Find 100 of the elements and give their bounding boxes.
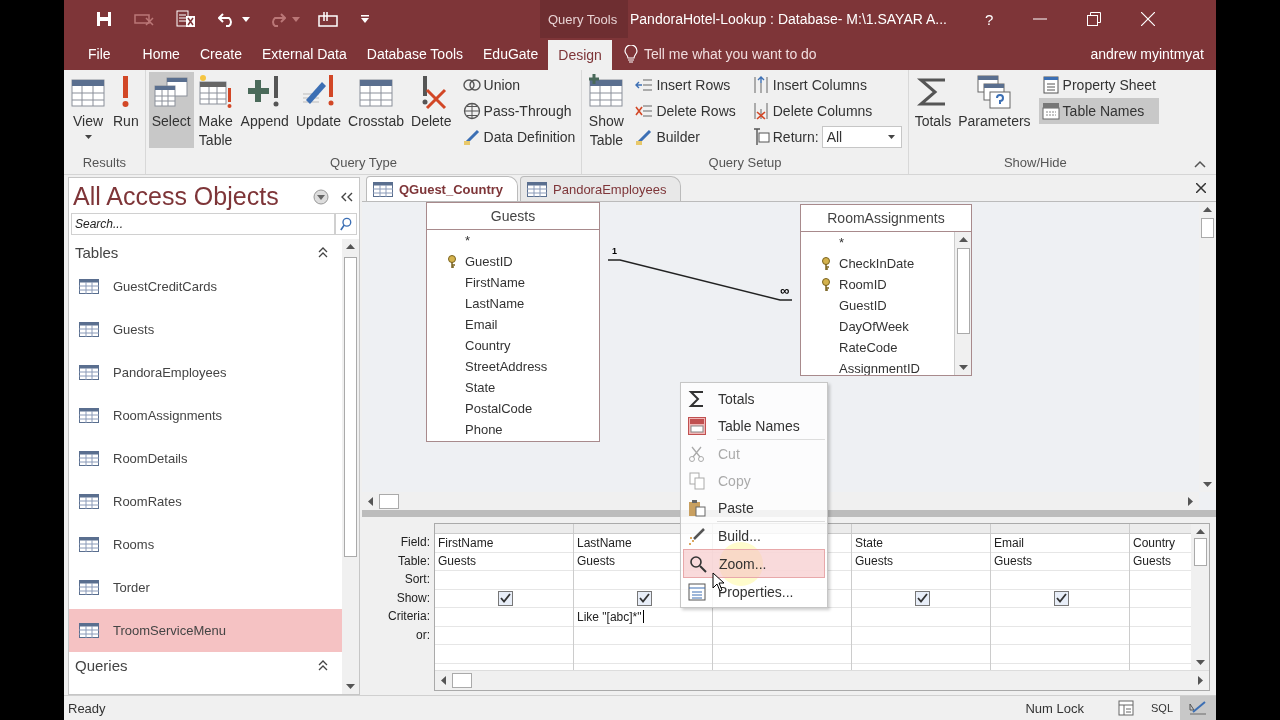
ribbon-button[interactable]: Pass-Through [459, 98, 579, 124]
scroll-down-icon[interactable] [958, 365, 968, 370]
help-button[interactable]: ? [985, 10, 994, 28]
collapse-pane-icon[interactable] [341, 191, 353, 202]
field-name[interactable]: * [839, 235, 845, 250]
ribbon-tab[interactable]: Design [548, 40, 612, 70]
scroll-up-icon[interactable] [1195, 529, 1205, 534]
menu-item[interactable]: Totals [683, 385, 825, 412]
return-dropdown[interactable]: All [821, 126, 902, 148]
scroll-thumb[interactable] [379, 493, 399, 509]
ribbon-tab[interactable]: EduGate [473, 38, 549, 70]
field-name[interactable]: RoomID [839, 277, 887, 292]
scroll-thumb[interactable] [452, 673, 472, 688]
show-cell[interactable] [852, 589, 990, 608]
dropdown-icon[interactable] [313, 188, 329, 205]
scroll-thumb[interactable] [1201, 218, 1214, 238]
nav-item[interactable]: PandoraEmployees [69, 351, 342, 394]
section-header[interactable]: Tables [75, 243, 119, 261]
nav-item[interactable]: GuestCreditCards [69, 265, 342, 308]
collapse-chevron-icon[interactable] [318, 246, 328, 258]
field-name[interactable]: * [465, 233, 471, 248]
ribbon-tab[interactable]: Database Tools [356, 38, 474, 70]
table-cell[interactable]: Guests [991, 552, 1129, 571]
form-eraser-icon[interactable] [134, 12, 154, 26]
scrollbar[interactable] [1191, 524, 1209, 670]
column-selector[interactable] [435, 524, 573, 534]
field-name[interactable]: Country [465, 338, 511, 353]
nav-item[interactable]: Guests [69, 308, 342, 351]
ribbon-button[interactable]: Insert Columns [748, 72, 905, 98]
column-selector[interactable] [991, 524, 1129, 534]
user-name[interactable]: andrew myintmyat [1090, 38, 1204, 70]
tell-me-field[interactable]: Tell me what you want to do [643, 38, 817, 70]
ribbon-button[interactable]: Table Names [1038, 98, 1159, 124]
scroll-down-icon[interactable] [1195, 660, 1205, 665]
table-cell[interactable]: Guests [435, 552, 573, 571]
nav-item[interactable]: RoomDetails [69, 437, 342, 480]
field-list[interactable]: Guests * GuestID FirstName LastName Email Country StreetAddress State PostalCode Phone [426, 202, 600, 442]
ribbon-button[interactable]: Delete Rows [632, 98, 739, 124]
scroll-right-icon[interactable] [1198, 676, 1203, 685]
field-name[interactable]: LastName [465, 296, 525, 311]
scroll-left-icon[interactable] [441, 676, 446, 685]
field-name[interactable]: CheckInDate [839, 256, 915, 271]
collapse-chevron-icon[interactable] [318, 659, 328, 671]
scroll-thumb[interactable] [1193, 538, 1207, 566]
field-name[interactable]: StreetAddress [465, 359, 548, 374]
ribbon-tab[interactable]: Home [132, 38, 190, 70]
sql-view-button[interactable]: SQL [1144, 696, 1180, 720]
menu-item[interactable]: Table Names [683, 412, 825, 439]
table-cell[interactable]: Guests [852, 552, 990, 571]
caret-icon[interactable] [242, 16, 250, 22]
scroll-thumb[interactable] [344, 257, 357, 557]
scroll-right-icon[interactable] [1188, 496, 1193, 506]
scrollbar[interactable] [954, 232, 971, 375]
field-cell[interactable]: FirstName [435, 534, 573, 553]
menu-item[interactable]: Zoom... [683, 549, 825, 578]
scroll-down-icon[interactable] [1203, 482, 1212, 487]
show-cell[interactable] [991, 589, 1129, 608]
ribbon-button[interactable]: Builder [632, 124, 739, 150]
ribbon-tab[interactable]: Create [189, 38, 252, 70]
field-name[interactable]: Phone [465, 422, 503, 437]
field-cell[interactable]: State [852, 534, 990, 553]
search-icon[interactable] [335, 213, 357, 235]
ribbon-button[interactable]: Show Table [585, 72, 628, 152]
field-list-title[interactable]: RoomAssignments [801, 205, 971, 232]
show-checkbox[interactable] [1054, 590, 1069, 606]
field-name[interactable]: PostalCode [465, 401, 533, 416]
nav-pane-title[interactable]: All Access Objects [73, 182, 301, 211]
section-header[interactable]: Queries [75, 656, 128, 674]
close-icon[interactable] [1196, 183, 1206, 193]
nav-item[interactable]: RoomAssignments [69, 394, 342, 437]
field-list-title[interactable]: Guests [427, 203, 599, 230]
ribbon-button[interactable]: Parameters [955, 72, 1034, 148]
field-name[interactable]: Email [465, 317, 498, 332]
collapse-ribbon-icon[interactable] [1194, 160, 1206, 168]
show-checkbox[interactable] [498, 590, 513, 606]
ribbon-button[interactable]: Property Sheet [1038, 72, 1159, 98]
field-name[interactable]: GuestID [839, 298, 887, 313]
ribbon-button[interactable]: Insert Rows [632, 72, 739, 98]
scroll-left-icon[interactable] [368, 496, 373, 506]
design-view-button[interactable] [1180, 696, 1216, 720]
scroll-down-icon[interactable] [346, 684, 355, 689]
scroll-thumb[interactable] [956, 248, 970, 334]
attachment-icon[interactable] [318, 11, 338, 27]
ribbon-button[interactable]: Data Definition [459, 124, 579, 150]
scrollbar[interactable] [435, 670, 1209, 690]
ribbon-button[interactable]: Run [110, 72, 142, 148]
restore-icon[interactable] [1087, 12, 1102, 26]
menu-item[interactable]: Properties... [683, 578, 825, 605]
field-name[interactable]: FirstName [465, 275, 525, 290]
column-selector[interactable] [852, 524, 990, 534]
ribbon-button[interactable]: Select [148, 72, 194, 148]
field-name[interactable]: State [465, 380, 496, 395]
nav-item[interactable]: Torder [69, 566, 342, 609]
scroll-up-icon[interactable] [958, 237, 968, 242]
ribbon-button[interactable]: Union [459, 72, 579, 98]
nav-item[interactable]: RoomRates [69, 480, 342, 523]
ribbon-button[interactable]: Crosstab [345, 72, 408, 148]
show-checkbox[interactable] [915, 590, 930, 606]
field-name[interactable]: DayOfWeek [839, 319, 909, 334]
ribbon-button[interactable]: View [67, 72, 109, 148]
